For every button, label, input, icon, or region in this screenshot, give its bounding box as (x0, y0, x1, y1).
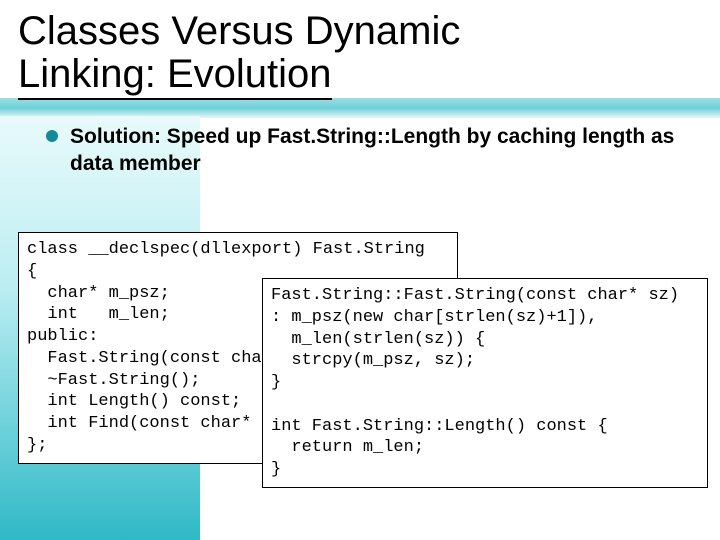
code-block-right: Fast.String::Fast.String(const char* sz)… (262, 278, 708, 488)
bullet-text: Solution: Speed up Fast.String::Length b… (70, 124, 684, 177)
bullet-item: Solution: Speed up Fast.String::Length b… (0, 100, 720, 177)
slide-title: Classes Versus Dynamic Linking: Evolutio… (0, 0, 720, 100)
title-line2: Linking: Evolution (18, 53, 332, 100)
title-line1: Classes Versus Dynamic (18, 9, 460, 53)
bullet-dot-icon (46, 130, 58, 142)
